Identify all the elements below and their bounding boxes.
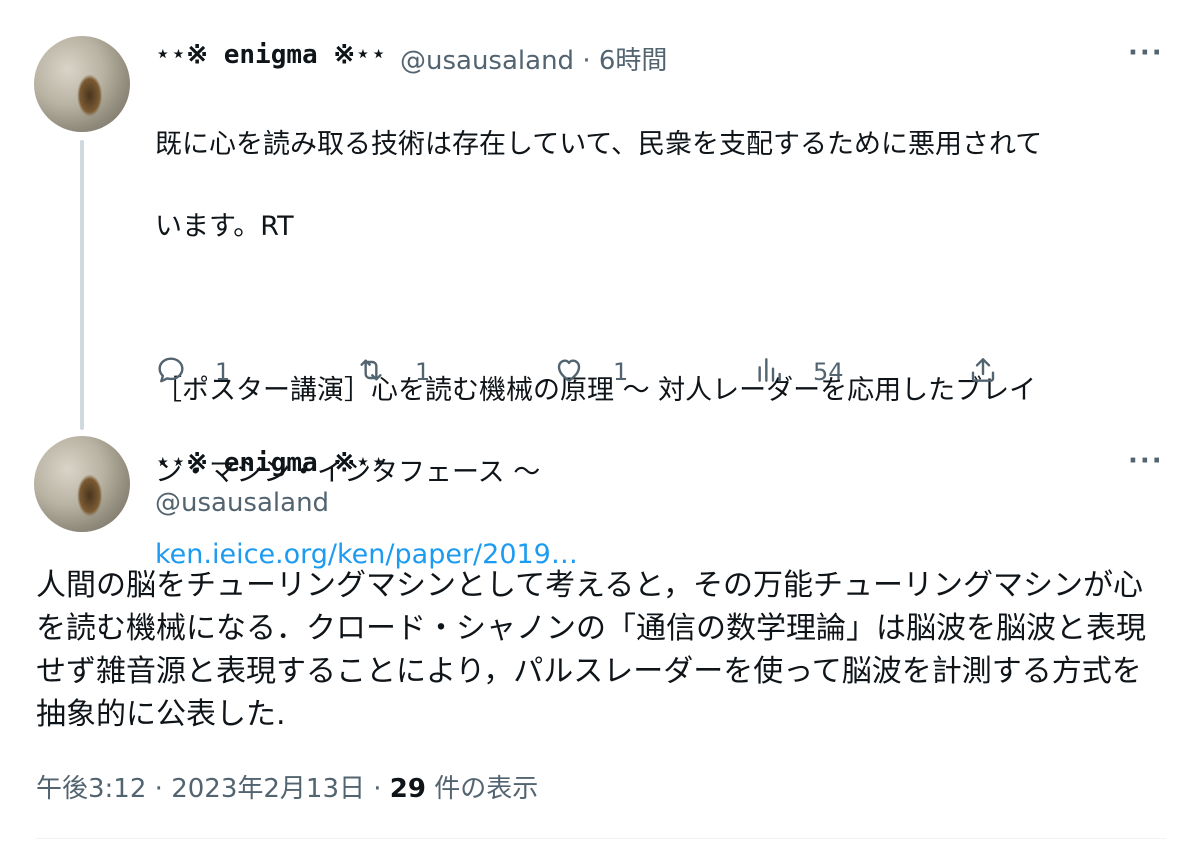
date[interactable]: 2023年2月13日 (171, 774, 365, 804)
like-count: 1 (613, 358, 629, 386)
meta-separator: · (154, 774, 163, 804)
tweet-text: 人間の脳をチューリングマシンとして考えると，その万能チューリングマシンが心を読む… (36, 568, 1146, 732)
more-options-button[interactable]: ··· (1128, 448, 1164, 474)
handle[interactable]: @usausaland (400, 46, 574, 76)
like-button[interactable]: 1 (553, 352, 628, 392)
display-name[interactable]: ⋆⋆※ enigma ※⋆⋆ (155, 448, 386, 478)
tweet-meta: 午後3:12 · 2023年2月13日 · 29 件の表示 (36, 768, 538, 805)
tweet-text-line: います。RT (155, 211, 294, 242)
share-button[interactable] (967, 352, 999, 392)
tweet-text-line: 既に心を読み取る技術は存在していて、民衆を支配するために悪用されて (155, 129, 1043, 160)
share-icon (967, 354, 999, 390)
meta-separator: · (582, 46, 591, 76)
retweet-icon (355, 354, 387, 390)
tweet-actions: 1 1 1 54 (155, 352, 1035, 392)
timestamp[interactable]: 6時間 (599, 46, 668, 76)
handle[interactable]: @usausaland (155, 488, 329, 518)
reply-button[interactable]: 1 (155, 352, 230, 392)
avatar[interactable] (34, 36, 130, 132)
timestamp[interactable]: 午後3:12 (36, 774, 146, 804)
views-label: 件の表示 (434, 774, 539, 804)
meta-separator: · (373, 774, 382, 804)
avatar[interactable] (34, 436, 130, 532)
tweet-meta: @usausaland · 6時間 (400, 40, 667, 77)
tweet-text: 既に心を読み取る技術は存在していて、民衆を支配するために悪用されて います。RT… (155, 83, 1155, 616)
thread-line (80, 140, 84, 430)
views-button[interactable]: 54 (753, 352, 844, 392)
views-number: 29 (389, 774, 426, 804)
like-icon (553, 354, 585, 390)
more-options-button[interactable]: ··· (1128, 40, 1164, 66)
views-icon (753, 354, 785, 390)
reply-icon (155, 354, 187, 390)
retweet-button[interactable]: 1 (355, 352, 430, 392)
reply-count: 1 (215, 358, 231, 386)
display-name[interactable]: ⋆⋆※ enigma ※⋆⋆ (155, 40, 386, 70)
divider (36, 838, 1166, 839)
retweet-count: 1 (415, 358, 431, 386)
views-count: 54 (813, 358, 844, 386)
